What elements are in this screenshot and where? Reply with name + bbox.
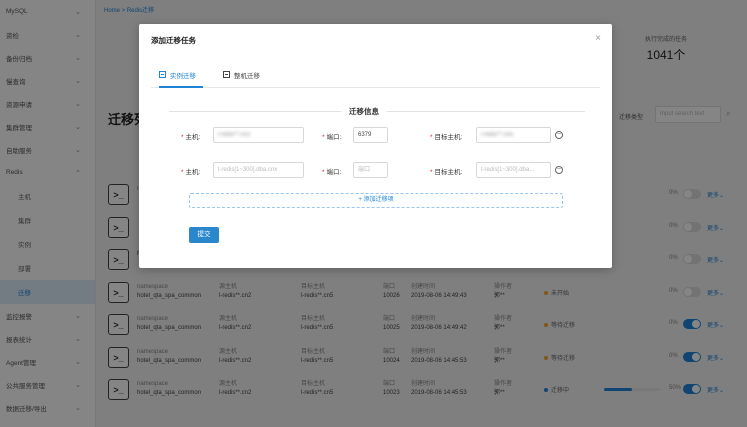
host-label: * 主机: [181,169,201,176]
tab-label: 实例迁移 [170,73,196,80]
tab-instance-migration[interactable]: 实例迁移 [159,70,203,88]
submit-button[interactable]: 提交 [189,227,219,243]
target-host-label: * 目标主机: [430,134,463,141]
tab-label: 整机迁移 [234,73,260,80]
target-host-label: * 目标主机: [430,169,463,176]
close-icon[interactable]: × [595,33,601,44]
list-icon [223,71,230,78]
dialog-tabs: 实例迁移 整机迁移 [151,70,600,88]
divider [169,111,341,112]
section-title: 迁移信息 [349,107,379,116]
remove-row-icon[interactable]: − [555,131,563,139]
add-migration-item-button[interactable]: + 添加迁移项 [189,193,563,208]
port-input[interactable]: 6379 [353,127,388,143]
target-host-input[interactable]: l-redis[1~300].dba... [476,162,551,178]
port-input[interactable]: 端口 [353,162,388,178]
add-migration-dialog: 添加迁移任务 × 实例迁移 整机迁移 迁移信息 * 主机: l-redis**.c… [139,24,612,268]
remove-row-icon[interactable]: − [555,166,563,174]
host-label: * 主机: [181,134,201,141]
tab-host-migration[interactable]: 整机迁移 [223,70,267,88]
target-host-input[interactable]: l-redis**.cn5 [476,127,551,143]
host-input[interactable]: l-redis**.cn2 [213,127,304,143]
port-label: * 端口: [322,134,342,141]
host-input[interactable]: l-redis[1~300].dba.cnx [213,162,304,178]
port-label: * 端口: [322,169,342,176]
divider [387,111,585,112]
list-icon [159,71,166,78]
dialog-title: 添加迁移任务 [151,36,196,45]
